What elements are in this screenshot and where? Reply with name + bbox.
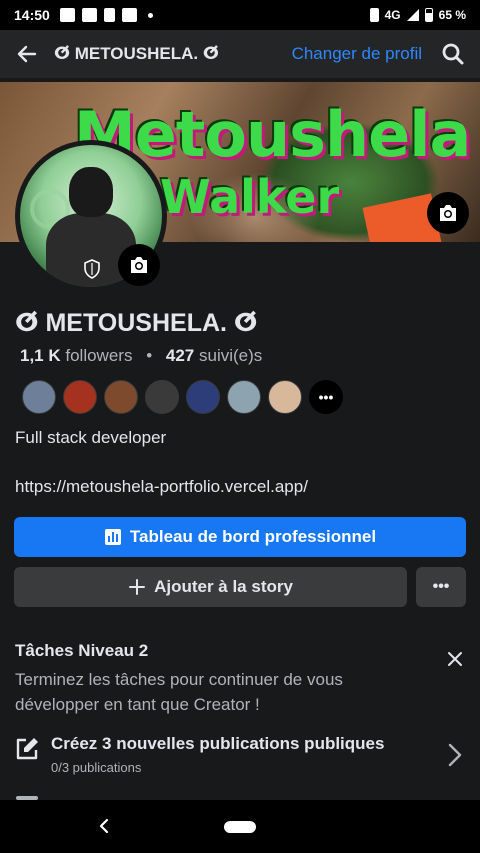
tasks-description: Terminez les tâches pour continuer de vo… [15, 670, 343, 714]
search-button[interactable] [438, 39, 468, 69]
edit-cover-button[interactable] [427, 192, 469, 234]
friend-avatar[interactable] [186, 380, 220, 414]
profile-content: Metoushela Walker ⵚ METOUSHELA. ⵚ 1,1 K … [0, 78, 480, 800]
friend-avatar[interactable] [145, 380, 179, 414]
battery-icon [424, 8, 433, 22]
following-label: suivi(e)s [199, 346, 263, 365]
stats-separator: • [146, 346, 153, 365]
status-right: 4G 65 % [369, 8, 466, 22]
app-bar: ⵚ METOUSHELA. ⵚ Changer de profil [0, 30, 480, 78]
close-icon [448, 652, 462, 666]
profile-bio: Full stack developer [15, 428, 167, 447]
mail-icon [81, 8, 97, 22]
friend-avatar[interactable] [268, 380, 302, 414]
chevron-left-icon [99, 818, 109, 834]
camera-icon [131, 257, 147, 273]
friends-row: ••• [22, 380, 343, 414]
edit-profile-picture-button[interactable] [118, 244, 160, 286]
friend-avatar[interactable] [22, 380, 56, 414]
system-home-button[interactable] [224, 821, 256, 833]
battery-percent: 65 % [438, 8, 466, 22]
network-type: 4G [384, 8, 401, 22]
task-progress: 0/3 publications [51, 760, 142, 775]
following-link[interactable]: 427 suivi(e)s [166, 346, 262, 365]
friend-avatar[interactable] [104, 380, 138, 414]
friend-avatar[interactable] [63, 380, 97, 414]
more-friends-button[interactable]: ••• [309, 380, 343, 414]
profile-stats: 1,1 K followers • 427 suivi(e)s [20, 346, 262, 366]
compose-icon [16, 738, 38, 760]
gallery-icon [59, 8, 75, 22]
friend-avatar[interactable] [227, 380, 261, 414]
notification-dot-icon [147, 12, 153, 18]
dashboard-icon [104, 529, 121, 545]
followers-link[interactable]: 1,1 K followers [20, 346, 137, 365]
status-bar: 14:50 4G 65 % [0, 0, 480, 30]
chevron-right-icon [448, 743, 462, 767]
followers-count: 1,1 K [20, 346, 61, 365]
task-item[interactable]: Créez 3 nouvelles publications publiques… [0, 728, 480, 782]
close-tasks-button[interactable] [440, 644, 470, 674]
add-to-story-label: Ajouter à la story [154, 577, 293, 596]
more-options-button[interactable]: ••• [416, 567, 466, 607]
camera-icon [440, 205, 456, 221]
v-app-icon [121, 8, 137, 22]
followers-label: followers [65, 346, 133, 365]
plus-icon [129, 579, 146, 595]
download-icon [103, 8, 115, 22]
system-back-button[interactable] [92, 814, 116, 838]
profile-guard-icon [81, 258, 103, 280]
task-title: Créez 3 nouvelles publications publiques [51, 734, 385, 753]
cover-subtitle: Walker [160, 170, 340, 224]
avatar-decoration [69, 167, 113, 217]
switch-profile-link[interactable]: Changer de profil [292, 44, 422, 64]
arrow-left-icon [17, 45, 37, 63]
vibrate-icon [369, 8, 379, 22]
professional-dashboard-label: Tableau de bord professionnel [129, 527, 377, 546]
following-count: 427 [165, 346, 195, 365]
page-title: ⵚ METOUSHELA. ⵚ [54, 44, 219, 63]
status-time: 14:50 [14, 7, 50, 23]
system-nav-bar [0, 800, 480, 853]
back-button[interactable] [12, 39, 42, 69]
signal-icon [406, 9, 419, 21]
professional-dashboard-button[interactable]: Tableau de bord professionnel [14, 517, 466, 557]
tasks-title: Tâches Niveau 2 [15, 641, 149, 660]
profile-name: ⵚ METOUSHELA. ⵚ [15, 309, 258, 337]
profile-website-link[interactable]: https://metoushela-portfolio.vercel.app/ [15, 477, 308, 497]
add-to-story-button[interactable]: Ajouter à la story [14, 567, 407, 607]
search-icon [442, 43, 464, 65]
